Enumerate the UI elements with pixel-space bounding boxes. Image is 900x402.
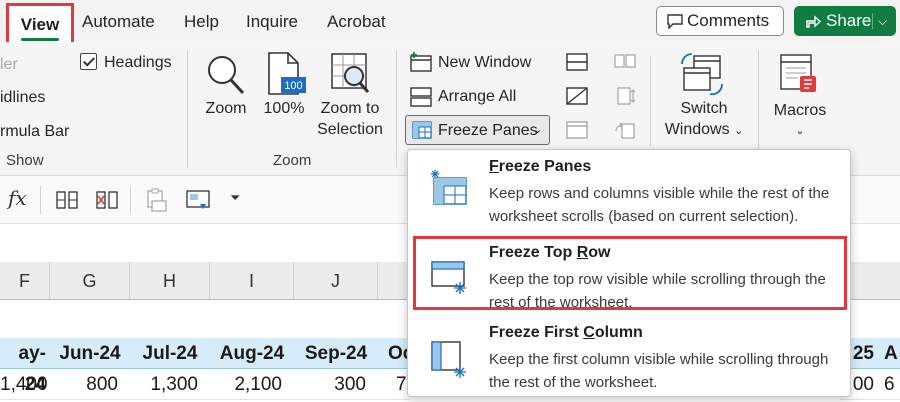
data-cell[interactable]: 6 [878,369,900,400]
zoom-100-icon[interactable]: 100 [266,52,306,96]
paste-values-icon[interactable] [146,188,168,212]
new-window-icon[interactable] [410,52,432,72]
column-header-g[interactable]: G [50,262,130,300]
data-cell[interactable]: 1,300 [130,369,210,400]
zoom-100-button[interactable]: 100% [260,98,308,119]
share-label: Share [826,11,872,30]
formula-bar-checkbox-label[interactable]: rmula Bar [0,123,69,141]
tab-help[interactable]: Help [184,12,219,32]
menu-item-description: Keep the first column visible while scro… [489,351,829,391]
column-header-h[interactable]: H [130,262,210,300]
data-cell[interactable]: 2,100 [210,369,294,400]
menu-item-title: Freeze First Column [489,324,643,341]
tab-acrobat[interactable]: Acrobat [327,12,386,32]
arrange-all-icon[interactable] [410,87,432,107]
ribbon-tab-bar: View Automate Help Inquire Acrobat Comme… [0,0,900,47]
switch-windows-icon[interactable] [680,52,724,96]
tab-view[interactable]: View [6,3,74,47]
synchronous-scrolling-icon[interactable] [614,87,636,105]
tab-view-label: View [20,15,60,34]
camera-snapshot-icon[interactable] [186,190,210,212]
tab-automate[interactable]: Automate [82,12,155,32]
header-cell[interactable]: Oc [378,338,413,369]
comments-button[interactable]: Comments [656,6,784,36]
divider [40,186,41,214]
chevron-down-icon[interactable]: ⌵ [878,6,887,36]
share-icon [806,15,821,28]
group-divider [187,50,188,168]
data-cell[interactable]: 7 [378,369,410,400]
header-cell[interactable]: Jul-24 [130,338,210,369]
share-divider [872,13,873,29]
column-header-j[interactable]: J [294,262,378,300]
chevron-down-icon: ⌄ [734,125,744,137]
menu-item-description: Keep rows and columns visible while the … [489,185,830,225]
gridlines-checkbox-label[interactable]: idlines [0,89,45,107]
zoom-to-selection-icon[interactable] [330,52,370,94]
header-cell[interactable]: Sep-24 [294,338,378,369]
share-button[interactable]: Share ⌵ [794,6,896,36]
switch-windows-label-1: Switch [680,100,728,117]
comments-label: Comments [687,11,770,30]
ruler-checkbox-label[interactable]: ler [0,56,18,74]
delete-cells-icon[interactable] [96,190,118,210]
menu-item-title: Freeze Panes [489,158,592,175]
header-cell[interactable]: A [878,338,900,369]
group-divider [396,50,397,168]
zoom-icon[interactable] [206,54,246,96]
menu-item-freeze-panes[interactable]: Freeze Panes Keep rows and columns visib… [408,150,850,230]
zoom-to-selection-label-1: Zoom to [320,100,380,117]
group-label-show: Show [6,152,44,169]
freeze-panes-button[interactable]: Freeze Panes ⌄ [405,115,550,145]
comment-icon [667,14,683,29]
macros-icon[interactable] [778,52,820,96]
hide-window-icon[interactable] [566,87,588,105]
data-cell[interactable]: 1,400 [0,369,50,400]
switch-windows-label-2: Windows ⌄ [664,121,744,138]
chevron-down-icon: ⌄ [533,124,543,136]
insert-function-button[interactable]: fx [8,186,27,210]
freeze-first-column-icon [431,341,466,378]
data-cell[interactable]: 800 [50,369,130,400]
zoom-button[interactable]: Zoom [200,98,252,119]
arrange-all-button[interactable]: Arrange All [438,88,516,106]
header-cell[interactable]: ay-24 [0,338,50,395]
group-label-zoom: Zoom [273,152,312,169]
zoom-to-selection-button[interactable]: Zoom to Selection [310,98,390,140]
column-header-f[interactable]: F [0,262,50,300]
group-divider [650,56,651,146]
freeze-panes-icon [412,121,432,139]
switch-windows-button[interactable]: Switch Windows ⌄ [660,98,748,142]
freeze-panes-label: Freeze Panes [438,122,538,139]
split-icon[interactable] [566,53,588,71]
header-cell[interactable]: Aug-24 [210,338,294,369]
header-cell[interactable]: Jun-24 [50,338,130,369]
unhide-window-icon[interactable] [566,121,588,139]
reset-window-position-icon[interactable] [614,121,636,139]
zoom-to-selection-label-2: Selection [317,121,383,138]
highlight-box [413,236,847,310]
headings-checkbox[interactable] [80,53,97,70]
customize-toolbar-icon[interactable]: ⏷ [230,190,240,206]
menu-item-freeze-first-column[interactable]: Freeze First Column Keep the first colum… [408,316,850,396]
new-window-button[interactable]: New Window [438,54,531,72]
header-cell[interactable]: 25 [850,338,878,369]
divider [130,186,131,214]
insert-cells-icon[interactable] [56,190,78,210]
view-side-by-side-icon[interactable] [614,53,636,69]
macros-button[interactable]: Macros ⌄ [766,100,834,142]
tab-inquire[interactable]: Inquire [246,12,298,32]
zoom-100-badge: 100 [284,80,302,92]
chevron-down-icon: ⌄ [795,125,805,137]
freeze-panes-icon [431,170,467,205]
column-header-i[interactable]: I [210,262,294,300]
data-cell[interactable]: 300 [294,369,378,400]
headings-label[interactable]: Headings [104,54,172,72]
active-tab-underline [21,38,59,41]
macros-label: Macros [773,102,827,119]
